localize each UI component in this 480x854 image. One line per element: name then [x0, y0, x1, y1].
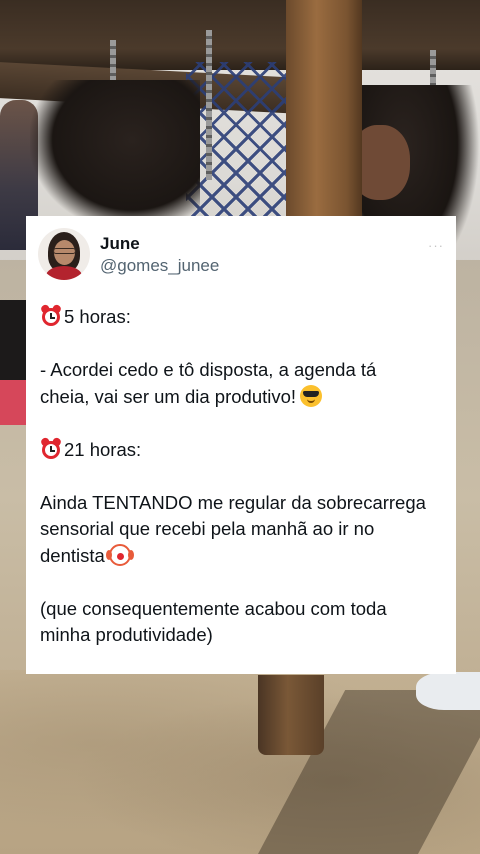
tweet-paragraph: 5 horas: — [39, 303, 444, 331]
wooden-beam — [0, 0, 480, 70]
tweet-paragraph: 21 horas: — [39, 435, 444, 464]
avatar[interactable] — [38, 228, 90, 280]
wooden-post-base — [258, 675, 324, 755]
avatar-shirt — [46, 266, 82, 280]
tweet-paragraph: (que consequentemente acabou com toda mi… — [40, 596, 444, 649]
clown-face-icon — [105, 543, 134, 566]
tweet-line-text: cheia, vai ser um dia produtivo! — [40, 385, 297, 407]
more-options-icon[interactable]: ··· — [428, 238, 444, 253]
tweet-line: minha produtividade) — [40, 624, 213, 645]
wooden-post — [286, 0, 362, 220]
alarm-clock-icon — [39, 435, 63, 460]
tweet-line-text: dentista — [40, 544, 105, 566]
tweet-line: cheia, vai ser um dia produtivo! — [40, 384, 444, 411]
tweet-line: sensorial que recebi pela manhã ao ir no — [40, 518, 375, 539]
avatar-glasses — [53, 248, 76, 254]
tweet-text: 5 horas: - Acordei cedo e tô disposta, a… — [39, 303, 444, 649]
tweet-paragraph: Ainda TENTANDO me regular da sobrecarreg… — [40, 490, 444, 570]
tweet-paragraph: - Acordei cedo e tô disposta, a agenda t… — [40, 357, 444, 410]
tweet-line: (que consequentemente acabou com toda — [40, 597, 387, 619]
person-left-body — [0, 300, 26, 390]
red-clothing — [0, 380, 28, 425]
tweet-card: June @gomes_junee ··· 5 horas: - Acordei… — [26, 216, 456, 674]
sunglasses-face-icon — [300, 384, 323, 407]
person-left — [30, 80, 200, 230]
alarm-clock-icon — [39, 303, 63, 327]
tweet-line: - Acordei cedo e tô disposta, a agenda t… — [40, 359, 377, 380]
tweet-line-text: 5 horas: — [64, 306, 131, 327]
tweet-line: Ainda TENTANDO me regular da sobrecarreg… — [40, 491, 426, 513]
swing-chain — [206, 30, 212, 180]
tweet-header: June @gomes_junee ··· — [38, 228, 444, 280]
author-name[interactable]: June — [100, 234, 140, 254]
tweet-line-text: 21 horas: — [64, 438, 142, 460]
tweet-line: dentista — [40, 543, 444, 570]
tweet-line: 21 horas: — [39, 435, 444, 464]
tweet-line: 5 horas: — [39, 303, 444, 331]
white-bag — [416, 672, 480, 710]
rope-net — [186, 62, 286, 217]
author-handle[interactable]: @gomes_junee — [100, 256, 219, 276]
